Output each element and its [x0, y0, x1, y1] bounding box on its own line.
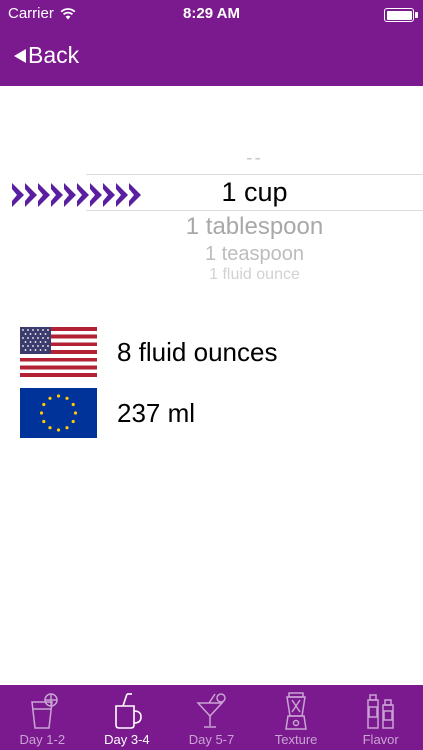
tab-day-1-2[interactable]: Day 1-2 [0, 685, 85, 750]
picker-option[interactable]: 1 tablespoon [86, 213, 423, 241]
tab-label: Day 3-4 [104, 732, 150, 747]
selection-chevrons-icon [12, 183, 142, 207]
battery-tip [415, 12, 418, 18]
picker-option[interactable]: -- [86, 148, 423, 170]
picker-selection-line-top [86, 174, 423, 175]
tab-flavor[interactable]: Flavor [338, 685, 423, 750]
cocktail-glass-icon [31, 693, 59, 729]
tab-texture[interactable]: Texture [254, 685, 339, 750]
us-flag-stars [22, 329, 49, 351]
tab-label: Day 5-7 [188, 732, 235, 747]
battery-icon [384, 8, 414, 22]
eu-flag-icon [20, 388, 97, 438]
picker-option[interactable]: 1 fluid ounce [86, 266, 423, 279]
tab-day-5-7[interactable]: Day 5-7 [169, 685, 254, 750]
result-row-us: 8 fluid ounces [20, 327, 277, 377]
bottles-icon [366, 694, 394, 729]
measure-picker[interactable]: -- 1 cup 1 tablespoon 1 teaspoon 1 fluid… [0, 140, 423, 280]
status-bar: Carrier 8:29 AM [0, 0, 423, 28]
us-flag-canton [20, 327, 51, 354]
status-time: 8:29 AM [183, 5, 240, 22]
blender-icon [285, 692, 307, 730]
martini-glass-icon [196, 693, 227, 728]
tab-label: Day 1-2 [19, 732, 66, 747]
picker-selection-line-bottom [86, 210, 423, 211]
back-arrow-icon [14, 48, 26, 63]
result-row-eu: 237 ml [20, 388, 195, 438]
us-flag-icon [20, 327, 97, 377]
us-measure-value: 8 fluid ounces [117, 336, 278, 367]
tab-label: Texture [274, 732, 318, 747]
back-button[interactable]: Back [14, 42, 79, 69]
battery-fill [386, 10, 412, 20]
eu-flag-stars [39, 394, 78, 432]
back-button-label: Back [28, 42, 80, 68]
picker-option[interactable]: 1 teaspoon [86, 243, 423, 266]
tab-label: Flavor [362, 732, 399, 747]
nav-header: Carrier 8:29 AM Back [0, 0, 423, 86]
tab-bar: Day 1-2 Day 3-4 Day 5-7 Texture Flavor [0, 685, 423, 750]
tab-day-3-4[interactable]: Day 3-4 [85, 685, 170, 750]
mug-icon [115, 693, 142, 729]
metric-measure-value: 237 ml [117, 397, 196, 428]
